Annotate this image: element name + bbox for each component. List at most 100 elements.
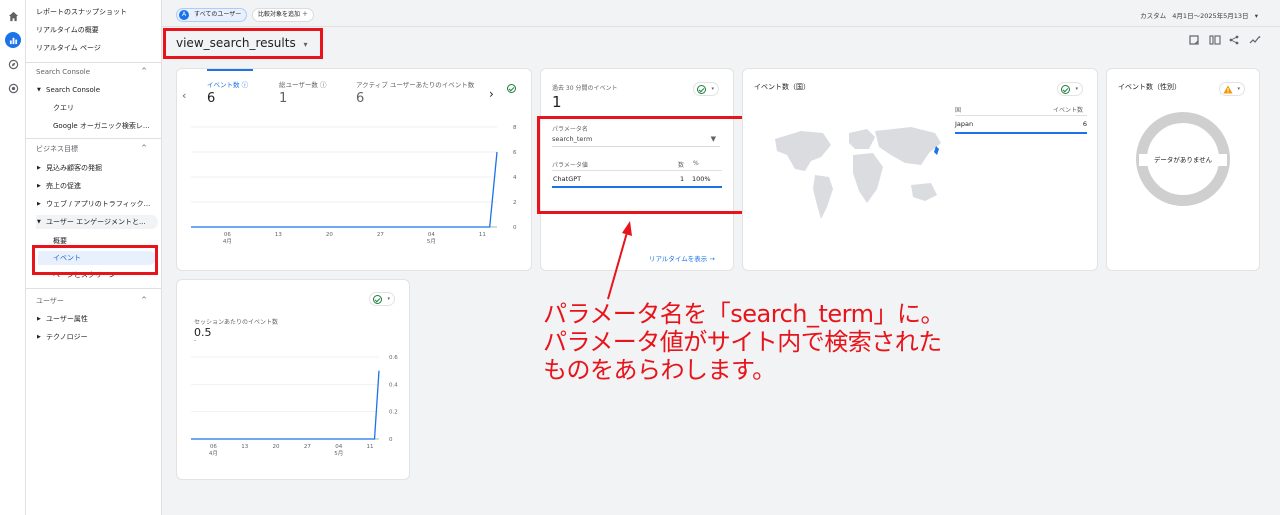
caret-right-icon: ▶: [37, 316, 41, 322]
metric-label: イベント数: [207, 81, 240, 89]
metric-value: 1: [279, 91, 288, 106]
collapse-icon[interactable]: ^: [141, 67, 147, 75]
sidebar-item-demographics[interactable]: ▶ ユーザー属性: [36, 312, 158, 326]
column-header-country: 国: [955, 107, 962, 114]
metric-label: 総ユーザー数: [279, 81, 318, 89]
x-month-label: 5月: [427, 238, 436, 245]
sidebar-item-engagement[interactable]: ▼ ユーザー エンゲージメントと...: [36, 215, 158, 229]
explore-icon[interactable]: [5, 56, 21, 72]
all-users-chip[interactable]: A すべてのユーザー: [176, 8, 248, 22]
data-quality-ok-icon[interactable]: [505, 82, 519, 96]
collapse-icon[interactable]: ^: [141, 144, 147, 152]
caret-down-icon: ▼: [37, 219, 41, 225]
section-business[interactable]: ビジネス目標: [36, 142, 158, 156]
customize-report-icon[interactable]: [1209, 35, 1221, 48]
callout-line: パラメータ値がサイト内で検索された: [543, 328, 942, 356]
plus-icon: ＋: [301, 11, 308, 18]
sidebar-item-realtime-overview[interactable]: リアルタイムの概要: [36, 23, 158, 37]
metric-value: 6: [356, 91, 365, 106]
divider: [26, 62, 162, 63]
caret-right-icon: ▶: [37, 183, 41, 189]
table-row[interactable]: Japan 6: [955, 119, 1087, 131]
y-tick-label: 0.6: [389, 355, 398, 361]
x-tick-label: 04: [428, 232, 435, 238]
x-month-label: 5月: [334, 450, 343, 457]
sidebar-item-technology[interactable]: ▶ テクノロジー: [36, 330, 158, 344]
annotation-arrow: [607, 221, 632, 300]
x-tick-label: 20: [273, 444, 280, 450]
card-title: イベント数（性別）: [1118, 83, 1181, 91]
sidebar-item-label: テクノロジー: [46, 333, 88, 341]
annotation-box-title: [163, 28, 323, 59]
data-quality-ok-icon[interactable]: ▾: [369, 292, 395, 306]
reports-icon[interactable]: [5, 32, 21, 48]
card-title: イベント数（国）: [754, 83, 810, 91]
advertising-icon[interactable]: [5, 80, 21, 96]
section-user[interactable]: ユーザー: [36, 294, 158, 308]
row-country: Japan: [955, 120, 974, 128]
y-tick-label: 2: [513, 200, 517, 206]
caret-down-icon: ▼: [37, 87, 41, 93]
annotation-box-events: [32, 245, 158, 275]
series-line: [191, 370, 380, 440]
segment-badge: A: [179, 10, 189, 20]
section-search-console[interactable]: Search Console: [36, 65, 158, 79]
sidebar-item-realtime-pages[interactable]: リアルタイム ページ: [36, 41, 158, 55]
edit-comparisons-icon[interactable]: [1189, 35, 1199, 48]
collapse-icon[interactable]: ^: [141, 296, 147, 304]
metric-value: 0.5: [194, 326, 212, 339]
metric-label: アクティブ ユーザーあたりのイベント数: [356, 81, 475, 89]
realtime-value: 1: [552, 93, 562, 111]
sidebar-item-sales[interactable]: ▶ 売上の促進: [36, 179, 158, 193]
x-tick-label: 04: [335, 444, 342, 450]
x-tick-label: 06: [224, 232, 231, 238]
data-quality-ok-icon[interactable]: ▾: [693, 82, 719, 96]
column-header-events: イベント数: [1053, 107, 1084, 114]
sidebar-item-label: ユーザー エンゲージメントと...: [46, 218, 146, 226]
events-line-chart: 8642006 13 20 27 04 114月 5月: [191, 125, 517, 245]
sidebar-item-traffic[interactable]: ▶ ウェブ / アプリのトラフィック...: [36, 197, 158, 211]
sidebar-item-queries[interactable]: クエリ: [53, 101, 175, 115]
metric-tab-events-per-user[interactable]: アクティブ ユーザーあたりのイベント数 6: [356, 79, 474, 106]
data-quality-ok-icon[interactable]: ▾: [1057, 82, 1083, 96]
insights-icon[interactable]: [1249, 35, 1261, 48]
row-events: 6: [1082, 120, 1087, 128]
no-data-label: データがありません: [1139, 154, 1227, 166]
annotation-callout: パラメータ名を「search_term」に。 パラメータ値がサイト内で検索された…: [543, 300, 945, 384]
sidebar-item-organic-search[interactable]: Google オーガニック検索レ...: [53, 119, 153, 133]
sidebar-item-label: ユーザー属性: [46, 315, 88, 323]
x-tick-label: 27: [377, 232, 384, 238]
world-map: [775, 127, 941, 219]
divider: [162, 26, 1280, 27]
metric-value: 6: [207, 91, 216, 106]
chevron-left-icon[interactable]: ‹: [182, 89, 186, 102]
metric-tab-total-users[interactable]: 総ユーザー数 ⓘ 1: [279, 79, 326, 106]
warning-icon: [1223, 85, 1233, 94]
chip-label: 比較対象を追加: [258, 11, 301, 18]
chip-label: すべてのユーザー: [194, 11, 242, 18]
share-icon[interactable]: [1229, 35, 1239, 48]
date-range-picker[interactable]: カスタム 4月1日～2025年5月13日 ▾: [1140, 10, 1258, 20]
home-icon[interactable]: [5, 8, 21, 24]
caret-right-icon: ▶: [37, 334, 41, 340]
metric-tab-events[interactable]: イベント数 ⓘ 6: [207, 79, 248, 106]
row-bar: [955, 132, 1087, 134]
data-quality-warning[interactable]: ▾: [1219, 82, 1245, 96]
metric-change: -: [194, 337, 197, 344]
y-tick-label: 6: [513, 150, 517, 156]
nav-rail: [0, 0, 26, 515]
add-comparison-button[interactable]: 比較対象を追加 ＋: [252, 8, 314, 22]
sidebar-item-snapshot[interactable]: レポートのスナップショット: [36, 5, 158, 19]
x-tick-label: 06: [210, 444, 217, 450]
y-tick-label: 0: [513, 225, 517, 231]
annotation-box-parameters: [537, 116, 745, 214]
metric-label: セッションあたりのイベント数: [194, 319, 279, 326]
sidebar-item-leads[interactable]: ▶ 見込み顧客の発掘: [36, 161, 158, 175]
y-tick-label: 0.4: [389, 382, 398, 388]
chevron-right-icon[interactable]: ›: [489, 87, 494, 101]
chevron-down-icon: ▾: [1254, 12, 1258, 20]
sidebar-item-search-console[interactable]: ▼ Search Console: [36, 83, 158, 97]
x-tick-label: 20: [326, 232, 333, 238]
date-range-text: 4月1日～2025年5月13日: [1172, 12, 1249, 20]
divider: [955, 115, 1087, 116]
